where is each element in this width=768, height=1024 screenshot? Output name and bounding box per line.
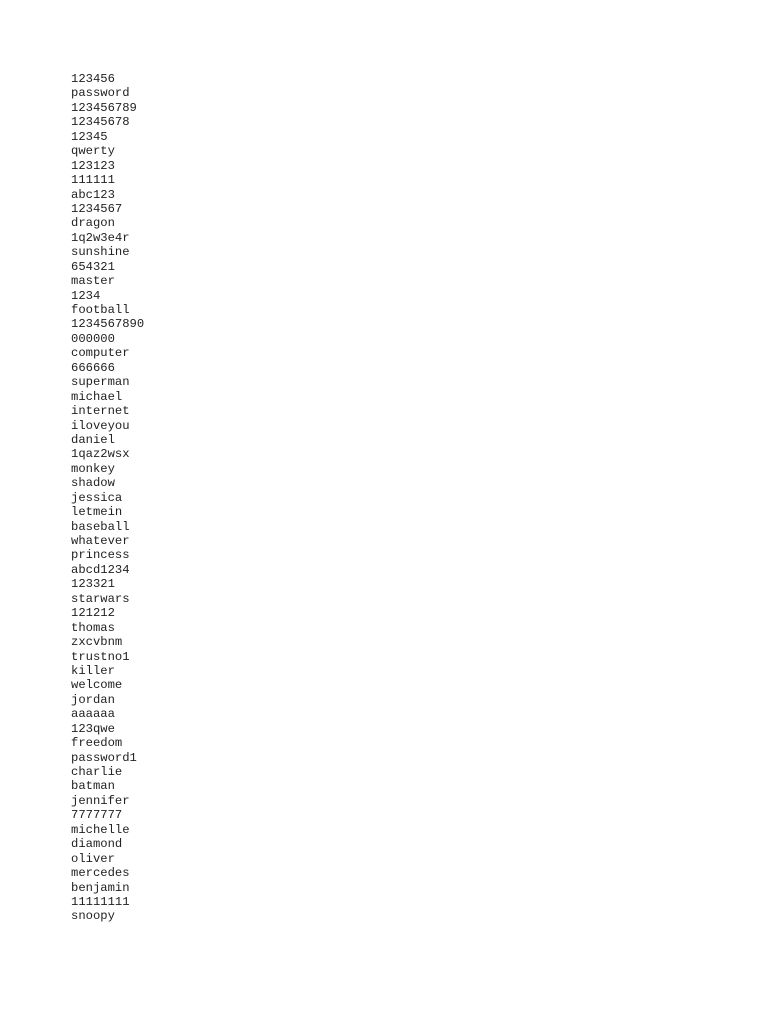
- list-item: whatever: [71, 534, 130, 548]
- list-item: oliver: [71, 851, 115, 866]
- list-item: 1234567890: [71, 317, 145, 332]
- list-item: dragon: [71, 216, 115, 231]
- list-item: baseball: [71, 519, 130, 534]
- list-item: 654321: [71, 259, 115, 274]
- list-item: 666666: [71, 360, 115, 375]
- list-item: 123qwe: [71, 721, 115, 736]
- list-item: 123456789: [71, 100, 137, 115]
- list-item: iloveyou: [71, 418, 130, 433]
- list-item: 1234: [71, 288, 101, 303]
- list-item: 1234567: [71, 201, 123, 216]
- list-item: qwerty: [71, 144, 115, 159]
- list-item: daniel: [71, 432, 115, 447]
- list-item: jennifer: [71, 793, 130, 808]
- list-item: trustno1: [71, 649, 130, 664]
- list-item: monkey: [71, 461, 115, 476]
- list-item: aaaaaa: [71, 707, 115, 722]
- list-item: 121212: [71, 606, 115, 621]
- list-item: letmein: [71, 505, 123, 520]
- list-item: computer: [71, 346, 130, 361]
- list-item: killer: [71, 663, 115, 678]
- list-item: 7777777: [71, 808, 123, 823]
- list-item: football: [71, 303, 130, 317]
- list-item: starwars: [71, 591, 130, 606]
- list-item: freedom: [71, 736, 123, 751]
- list-item: benjamin: [71, 880, 130, 895]
- list-item: mercedes: [71, 866, 130, 881]
- list-item: shadow: [71, 476, 115, 491]
- list-item: 123321: [71, 577, 115, 592]
- password-list: 123456 password 123456789 12345678 12345 qwer…: [71, 72, 144, 924]
- list-item: 123123: [71, 158, 115, 173]
- list-item: sunshine: [71, 245, 130, 260]
- list-item: abc123: [71, 187, 115, 202]
- list-item: 111111: [71, 173, 115, 188]
- list-item: abcd1234: [71, 562, 130, 577]
- list-item: master: [71, 274, 115, 289]
- list-item: diamond: [71, 837, 123, 852]
- list-item: jordan: [71, 692, 115, 707]
- list-item: 1qaz2wsx: [71, 447, 130, 462]
- list-item: 12345: [71, 129, 108, 144]
- list-item: 12345678: [71, 115, 130, 130]
- list-item: 11111111: [71, 894, 130, 909]
- list-item: 000000: [71, 331, 115, 346]
- list-item: welcome: [71, 678, 123, 693]
- list-item: jessica: [71, 490, 123, 505]
- list-item: snoopy: [71, 909, 115, 924]
- document-page: 123456 password 123456789 12345678 12345 qwer…: [0, 0, 768, 1024]
- list-item: internet: [71, 404, 130, 419]
- list-item: batman: [71, 779, 115, 794]
- list-item: michael: [71, 389, 123, 404]
- list-item: 123456: [71, 72, 115, 86]
- list-item: thomas: [71, 620, 115, 635]
- list-item: princess: [71, 548, 130, 563]
- list-item: zxcvbnm: [71, 635, 123, 650]
- list-item: charlie: [71, 765, 123, 779]
- list-item: password1: [71, 750, 137, 765]
- list-item: password: [71, 86, 130, 101]
- list-item: 1q2w3e4r: [71, 230, 130, 245]
- list-item: superman: [71, 375, 130, 390]
- list-item: michelle: [71, 822, 130, 837]
